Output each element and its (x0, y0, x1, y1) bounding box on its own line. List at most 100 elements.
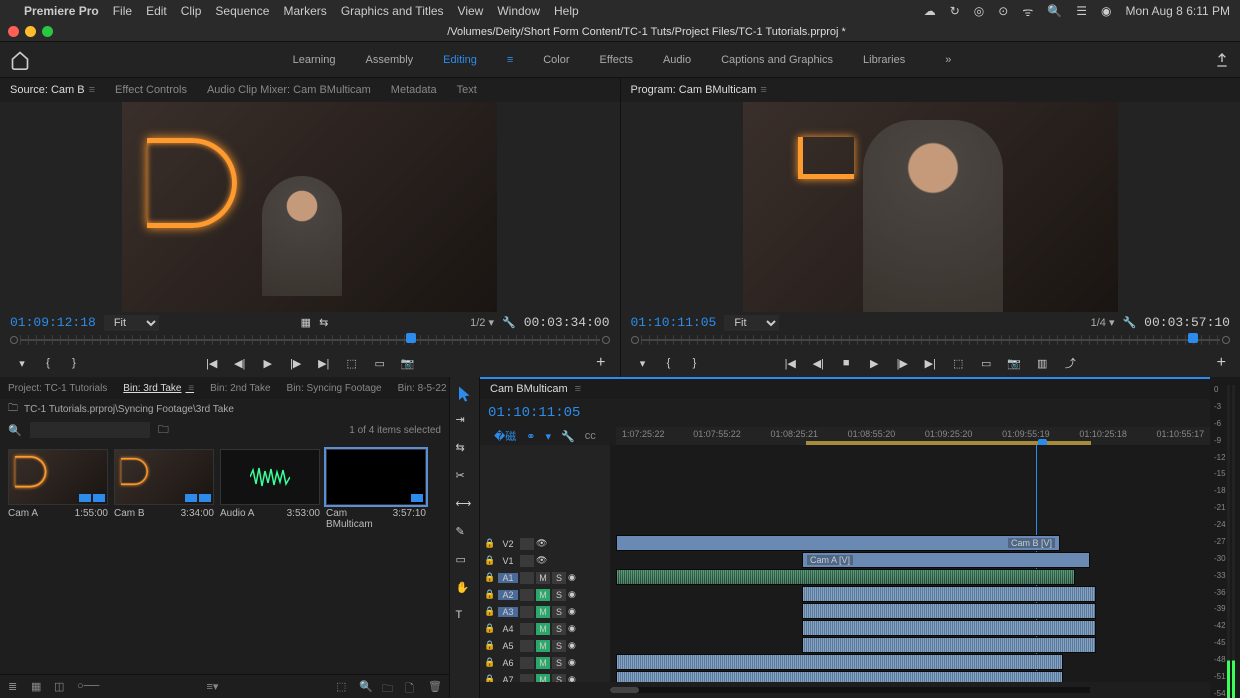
mute-button[interactable]: M (536, 589, 550, 601)
lock-icon[interactable]: 🔒 (484, 572, 496, 583)
quick-export-icon[interactable] (1214, 52, 1230, 68)
clip-a3[interactable] (802, 603, 1096, 619)
voiceover-icon[interactable]: ◉ (568, 657, 576, 668)
workspace-libraries[interactable]: Libraries (863, 54, 905, 66)
timeline-horizontal-scrollbar[interactable] (480, 682, 1210, 698)
source-patch[interactable] (520, 606, 534, 618)
caption-track-icon[interactable]: cc (585, 430, 596, 442)
linked-selection-icon[interactable]: ⚭ (526, 430, 535, 443)
clip-a5[interactable] (802, 637, 1096, 653)
voiceover-icon[interactable]: ◉ (568, 572, 576, 583)
menu-markers[interactable]: Markers (283, 4, 326, 18)
source-monitor[interactable] (122, 102, 497, 312)
mute-button[interactable]: M (536, 572, 550, 584)
freeform-view-icon[interactable]: ◫ (54, 680, 67, 693)
wifi-icon[interactable]: ᯤ (1022, 3, 1033, 20)
marker-icon[interactable]: ▾ (635, 355, 651, 371)
tab-metadata[interactable]: Metadata (391, 84, 437, 96)
source-patch[interactable] (520, 538, 534, 550)
window-minimize-button[interactable] (25, 26, 36, 37)
mute-button[interactable]: M (536, 623, 550, 635)
search-input[interactable] (30, 422, 150, 438)
source-patch[interactable] (520, 657, 534, 669)
go-to-in-icon[interactable]: |◀ (204, 355, 220, 371)
workspace-color[interactable]: Color (543, 54, 569, 66)
program-zoom-select[interactable]: Fit (724, 315, 779, 331)
step-back-icon[interactable]: ◀| (810, 355, 826, 371)
solo-button[interactable]: S (552, 606, 566, 618)
bin-item-cam-b[interactable]: Cam B3:34:00 (114, 449, 214, 530)
marker-tool-icon[interactable]: ▾ (546, 430, 552, 443)
lock-icon[interactable]: 🔒 (484, 623, 496, 634)
track-select-tool-icon[interactable]: ⇥ (456, 413, 474, 431)
spotlight-icon[interactable]: 🔍 (1047, 4, 1062, 18)
tab-bin-3rd-take[interactable]: Bin: 3rd Take ≡ (123, 383, 194, 394)
rectangle-tool-icon[interactable]: ▭ (456, 553, 474, 571)
mark-in-icon[interactable]: { (40, 355, 56, 371)
mute-button[interactable]: M (536, 606, 550, 618)
lock-icon[interactable]: 🔒 (484, 640, 496, 651)
clip-a1[interactable] (616, 569, 1075, 585)
clip-v2[interactable]: Cam B [V] (616, 535, 1060, 551)
insert-icon[interactable]: ⬚ (344, 355, 360, 371)
go-to-in-icon[interactable]: |◀ (782, 355, 798, 371)
source-timecode-current[interactable]: 01:09:12:18 (10, 315, 96, 330)
source-settings-icon[interactable]: 🔧 (502, 316, 516, 329)
source-patch[interactable] (520, 640, 534, 652)
solo-button[interactable]: S (552, 572, 566, 584)
tab-program[interactable]: Program: Cam BMulticam≡ (631, 84, 767, 96)
bin-item-multicam[interactable]: Cam BMulticam3:57:10 (326, 449, 426, 530)
program-monitor[interactable] (743, 102, 1118, 312)
tab-audio-clip-mixer[interactable]: Audio Clip Mixer: Cam BMulticam (207, 84, 371, 96)
tab-bin-8-5-22[interactable]: Bin: 8-5-22 (398, 383, 447, 394)
menu-help[interactable]: Help (554, 4, 579, 18)
track-content[interactable]: Cam B [V] Cam A [V] (610, 445, 1210, 682)
siri-icon[interactable]: ◉ (1101, 4, 1111, 18)
voiceover-icon[interactable]: ◉ (568, 640, 576, 651)
program-settings-icon[interactable]: 🔧 (1122, 316, 1136, 329)
track-header-a1[interactable]: 🔒A1MS◉ (480, 569, 610, 586)
clip-a7[interactable] (616, 671, 1063, 682)
search-icon[interactable]: 🔍 (8, 424, 22, 437)
extract-icon[interactable]: ▭ (978, 355, 994, 371)
voiceover-icon[interactable]: ◉ (568, 674, 576, 682)
home-icon[interactable] (10, 50, 30, 70)
menu-graphics[interactable]: Graphics and Titles (341, 4, 444, 18)
new-bin-icon[interactable]: 🗀 (382, 680, 395, 693)
source-patch[interactable] (520, 555, 534, 567)
program-playhead[interactable] (1188, 333, 1198, 343)
track-header-a7[interactable]: 🔒A7MS◉ (480, 671, 610, 682)
display-icon[interactable]: ⊙ (998, 4, 1008, 18)
workspace-learning[interactable]: Learning (293, 54, 336, 66)
new-item-icon[interactable]: 🗋 (405, 680, 418, 693)
eye-icon[interactable]: 👁 (536, 538, 550, 549)
source-patch[interactable] (520, 623, 534, 635)
source-playhead[interactable] (406, 333, 416, 343)
window-close-button[interactable] (8, 26, 19, 37)
solo-button[interactable]: S (552, 640, 566, 652)
track-header-a4[interactable]: 🔒A4MS◉ (480, 620, 610, 637)
track-header-a5[interactable]: 🔒A5MS◉ (480, 637, 610, 654)
timeline-timecode[interactable]: 01:10:11:05 (488, 405, 580, 421)
breadcrumb[interactable]: 🗀 TC-1 Tutorials.prproj\Syncing Footage\… (0, 399, 449, 419)
source-resolution-select[interactable]: 1/2 ▾ (470, 316, 494, 329)
find-icon[interactable]: 🔍 (359, 680, 372, 693)
menu-sequence[interactable]: Sequence (215, 4, 269, 18)
eye-icon[interactable]: 👁 (536, 555, 550, 566)
step-back-icon[interactable]: ◀| (232, 355, 248, 371)
workspace-editing-menu[interactable]: ≡ (507, 54, 513, 66)
clip-v1[interactable]: Cam A [V] (802, 552, 1090, 568)
tab-bin-2nd-take[interactable]: Bin: 2nd Take (210, 383, 270, 394)
menu-file[interactable]: File (113, 4, 132, 18)
ripple-edit-tool-icon[interactable]: ⇆ (456, 441, 474, 459)
lift-icon[interactable]: ⬚ (950, 355, 966, 371)
cc-icon[interactable]: ◎ (974, 4, 984, 18)
export-icon[interactable]: ⤴ (1062, 355, 1078, 371)
lock-icon[interactable]: 🔒 (484, 674, 496, 682)
clip-a2[interactable] (802, 586, 1096, 602)
menu-clip[interactable]: Clip (181, 4, 202, 18)
razor-tool-icon[interactable]: ✂ (456, 469, 474, 487)
play-icon[interactable]: ▶ (866, 355, 882, 371)
source-scrubber[interactable] (10, 333, 610, 349)
track-header-a6[interactable]: 🔒A6MS◉ (480, 654, 610, 671)
